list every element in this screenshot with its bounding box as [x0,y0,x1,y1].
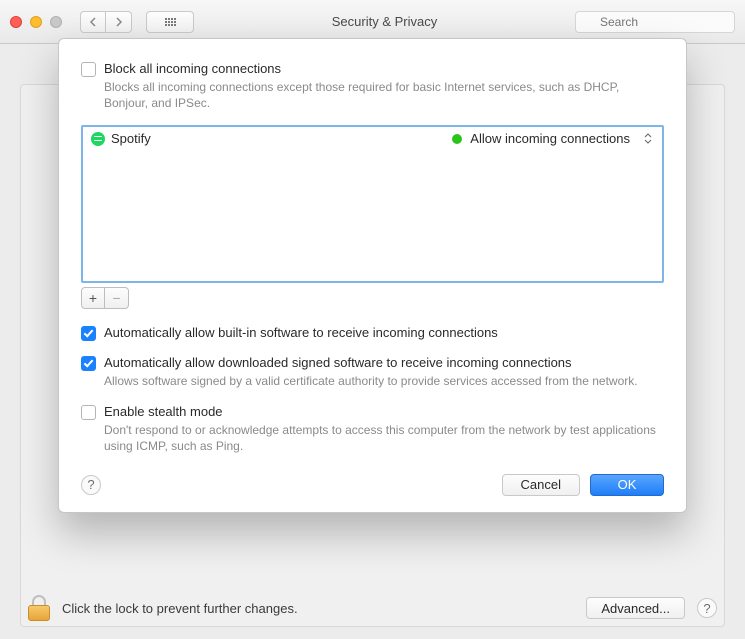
spotify-icon [91,132,105,146]
chevron-right-icon [115,17,123,27]
footer-row: Click the lock to prevent further change… [0,595,745,621]
status-stepper[interactable] [642,133,654,144]
app-list[interactable]: Spotify Allow incoming connections [81,125,664,283]
forward-button[interactable] [106,11,132,33]
chevron-down-icon [644,139,652,144]
block-all-description: Blocks all incoming connections except t… [104,79,664,111]
block-all-checkbox[interactable] [81,62,96,77]
auto-signed-label: Automatically allow downloaded signed so… [104,355,572,370]
auto-signed-section: Automatically allow downloaded signed so… [81,355,664,389]
add-button[interactable]: + [81,287,105,309]
stealth-description: Don't respond to or acknowledge attempts… [104,422,664,454]
help-button[interactable]: ? [81,475,101,495]
chevron-up-icon [644,133,652,138]
search-input[interactable] [575,11,735,33]
sheet-button-row: ? Cancel OK [81,474,664,496]
firewall-options-sheet: Block all incoming connections Blocks al… [58,38,687,513]
app-name: Spotify [111,131,151,146]
add-remove-buttons: + − [81,287,664,309]
block-all-section: Block all incoming connections Blocks al… [81,61,664,111]
stealth-section: Enable stealth mode Don't respond to or … [81,404,664,454]
nav-buttons [80,11,132,33]
ok-button[interactable]: OK [590,474,664,496]
stealth-checkbox[interactable] [81,405,96,420]
window-traffic-lights [10,16,62,28]
cancel-button[interactable]: Cancel [502,474,580,496]
auto-signed-description: Allows software signed by a valid certif… [104,373,664,389]
auto-builtin-checkbox[interactable] [81,326,96,341]
stealth-label: Enable stealth mode [104,404,223,419]
list-item[interactable]: Spotify Allow incoming connections [83,127,662,150]
auto-builtin-section: Automatically allow built-in software to… [81,325,664,341]
status-dot-icon [452,134,462,144]
block-all-label: Block all incoming connections [104,61,281,76]
minimize-window-icon[interactable] [30,16,42,28]
footer-help-button[interactable]: ? [697,598,717,618]
search-wrap [575,11,735,33]
lock-icon[interactable] [28,595,50,621]
window-title: Security & Privacy [202,14,567,29]
auto-signed-checkbox[interactable] [81,356,96,371]
app-status-label: Allow incoming connections [470,131,630,146]
grid-icon [165,18,176,26]
lock-hint-text: Click the lock to prevent further change… [62,601,574,616]
chevron-left-icon [89,17,97,27]
close-window-icon[interactable] [10,16,22,28]
remove-button[interactable]: − [105,287,129,309]
auto-builtin-label: Automatically allow built-in software to… [104,325,498,340]
back-button[interactable] [80,11,106,33]
advanced-button[interactable]: Advanced... [586,597,685,619]
zoom-window-icon [50,16,62,28]
show-all-button[interactable] [146,11,194,33]
